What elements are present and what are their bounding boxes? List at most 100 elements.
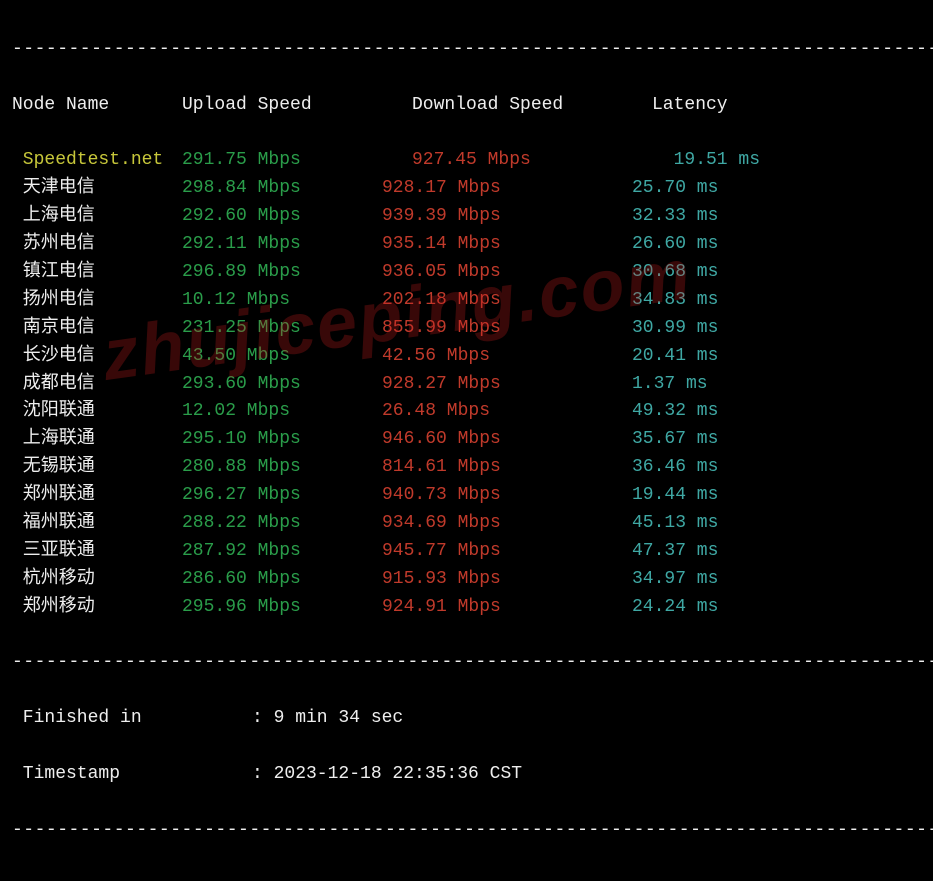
table-header: Node NameUpload SpeedDownload SpeedLaten…: [12, 92, 921, 120]
latency: 49.32 ms: [632, 398, 718, 426]
finished-value: : 9 min 34 sec: [252, 705, 403, 733]
node-name: 天津电信: [12, 175, 182, 203]
node-name: 长沙电信: [12, 343, 182, 371]
upload-speed: 292.11 Mbps: [182, 231, 382, 259]
terminal-output: ----------------------------------------…: [0, 0, 933, 881]
divider-top: ----------------------------------------…: [12, 36, 921, 64]
download-speed: 924.91 Mbps: [382, 594, 632, 622]
upload-speed: 10.12 Mbps: [182, 287, 382, 315]
node-name: 沈阳联通: [12, 398, 182, 426]
download-speed: 855.99 Mbps: [382, 315, 632, 343]
download-speed: 946.60 Mbps: [382, 426, 632, 454]
table-row: 南京电信231.25 Mbps855.99 Mbps30.99 ms: [12, 315, 921, 343]
table-row: 沈阳联通12.02 Mbps26.48 Mbps49.32 ms: [12, 398, 921, 426]
download-speed: 934.69 Mbps: [382, 510, 632, 538]
download-speed: 940.73 Mbps: [382, 482, 632, 510]
upload-speed: 288.22 Mbps: [182, 510, 382, 538]
latency: 25.70 ms: [632, 175, 718, 203]
latency: 47.37 ms: [632, 538, 718, 566]
table-row: 三亚联通287.92 Mbps945.77 Mbps47.37 ms: [12, 538, 921, 566]
latency: 30.99 ms: [632, 315, 718, 343]
latency: 19.44 ms: [632, 482, 718, 510]
node-name: 杭州移动: [12, 566, 182, 594]
header-latency: Latency: [652, 92, 852, 120]
table-row: Speedtest.net291.75 Mbps927.45 Mbps 19.5…: [12, 147, 921, 175]
timestamp-label: Timestamp: [12, 761, 252, 789]
upload-speed: 295.10 Mbps: [182, 426, 382, 454]
footer-finished: Finished in: 9 min 34 sec: [12, 705, 921, 733]
node-name: 扬州电信: [12, 287, 182, 315]
download-speed: 939.39 Mbps: [382, 203, 632, 231]
table-row: 福州联通288.22 Mbps934.69 Mbps45.13 ms: [12, 510, 921, 538]
download-speed: 928.17 Mbps: [382, 175, 632, 203]
node-name: 镇江电信: [12, 259, 182, 287]
latency: 45.13 ms: [632, 510, 718, 538]
table-row: 杭州移动286.60 Mbps915.93 Mbps34.97 ms: [12, 566, 921, 594]
latency: 19.51 ms: [652, 147, 760, 175]
upload-speed: 296.27 Mbps: [182, 482, 382, 510]
table-row: 苏州电信292.11 Mbps935.14 Mbps26.60 ms: [12, 231, 921, 259]
table-row: 无锡联通280.88 Mbps814.61 Mbps36.46 ms: [12, 454, 921, 482]
upload-speed: 295.96 Mbps: [182, 594, 382, 622]
node-name: Speedtest.net: [12, 147, 182, 175]
latency: 26.60 ms: [632, 231, 718, 259]
latency: 32.33 ms: [632, 203, 718, 231]
table-row: 郑州联通296.27 Mbps940.73 Mbps19.44 ms: [12, 482, 921, 510]
download-speed: 814.61 Mbps: [382, 454, 632, 482]
upload-speed: 291.75 Mbps: [182, 147, 412, 175]
node-name: 成都电信: [12, 371, 182, 399]
header-download: Download Speed: [412, 92, 652, 120]
download-speed: 42.56 Mbps: [382, 343, 632, 371]
upload-speed: 12.02 Mbps: [182, 398, 382, 426]
latency: 34.97 ms: [632, 566, 718, 594]
upload-speed: 286.60 Mbps: [182, 566, 382, 594]
upload-speed: 298.84 Mbps: [182, 175, 382, 203]
table-row: 天津电信298.84 Mbps928.17 Mbps25.70 ms: [12, 175, 921, 203]
table-row: 上海联通295.10 Mbps946.60 Mbps35.67 ms: [12, 426, 921, 454]
download-speed: 927.45 Mbps: [412, 147, 652, 175]
table-body: Speedtest.net291.75 Mbps927.45 Mbps 19.5…: [12, 147, 921, 621]
header-upload: Upload Speed: [182, 92, 412, 120]
node-name: 苏州电信: [12, 231, 182, 259]
table-row: 成都电信293.60 Mbps928.27 Mbps1.37 ms: [12, 371, 921, 399]
upload-speed: 231.25 Mbps: [182, 315, 382, 343]
node-name: 三亚联通: [12, 538, 182, 566]
upload-speed: 43.50 Mbps: [182, 343, 382, 371]
node-name: 上海联通: [12, 426, 182, 454]
table-row: 上海电信292.60 Mbps939.39 Mbps32.33 ms: [12, 203, 921, 231]
node-name: 郑州联通: [12, 482, 182, 510]
node-name: 福州联通: [12, 510, 182, 538]
latency: 24.24 ms: [632, 594, 718, 622]
download-speed: 945.77 Mbps: [382, 538, 632, 566]
table-row: 长沙电信43.50 Mbps42.56 Mbps20.41 ms: [12, 343, 921, 371]
finished-label: Finished in: [12, 705, 252, 733]
latency: 35.67 ms: [632, 426, 718, 454]
latency: 36.46 ms: [632, 454, 718, 482]
upload-speed: 280.88 Mbps: [182, 454, 382, 482]
download-speed: 935.14 Mbps: [382, 231, 632, 259]
latency: 34.83 ms: [632, 287, 718, 315]
latency: 1.37 ms: [632, 371, 708, 399]
timestamp-value: : 2023-12-18 22:35:36 CST: [252, 761, 522, 789]
header-node-name: Node Name: [12, 92, 182, 120]
table-row: 扬州电信10.12 Mbps202.18 Mbps34.83 ms: [12, 287, 921, 315]
latency: 30.68 ms: [632, 259, 718, 287]
footer-timestamp: Timestamp: 2023-12-18 22:35:36 CST: [12, 761, 921, 789]
download-speed: 202.18 Mbps: [382, 287, 632, 315]
latency: 20.41 ms: [632, 343, 718, 371]
divider-mid: ----------------------------------------…: [12, 649, 921, 677]
node-name: 无锡联通: [12, 454, 182, 482]
table-row: 镇江电信296.89 Mbps936.05 Mbps30.68 ms: [12, 259, 921, 287]
upload-speed: 296.89 Mbps: [182, 259, 382, 287]
upload-speed: 292.60 Mbps: [182, 203, 382, 231]
download-speed: 936.05 Mbps: [382, 259, 632, 287]
divider-bottom: ----------------------------------------…: [12, 817, 921, 845]
download-speed: 928.27 Mbps: [382, 371, 632, 399]
upload-speed: 287.92 Mbps: [182, 538, 382, 566]
download-speed: 915.93 Mbps: [382, 566, 632, 594]
upload-speed: 293.60 Mbps: [182, 371, 382, 399]
node-name: 郑州移动: [12, 594, 182, 622]
download-speed: 26.48 Mbps: [382, 398, 632, 426]
node-name: 南京电信: [12, 315, 182, 343]
table-row: 郑州移动295.96 Mbps924.91 Mbps24.24 ms: [12, 594, 921, 622]
